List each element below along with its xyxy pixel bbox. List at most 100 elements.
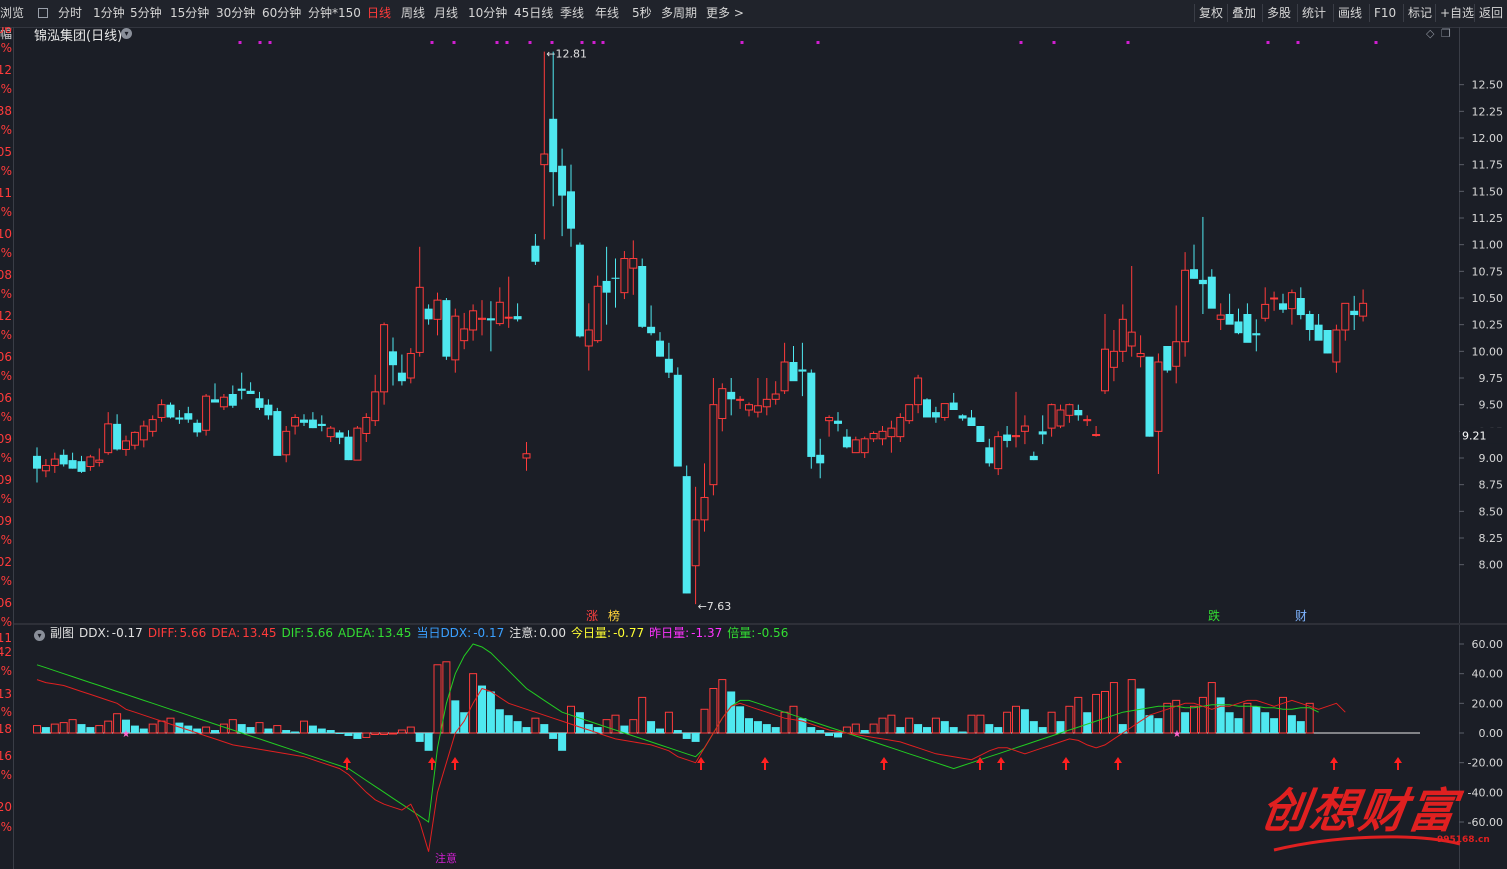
- candle-body: [59, 454, 68, 465]
- candle-body: [255, 398, 264, 408]
- ddx-bar: [113, 713, 122, 734]
- candle-body: [1323, 330, 1332, 354]
- ddx-bar: [1243, 702, 1252, 734]
- candle-body: [887, 427, 896, 438]
- candle-body: [798, 369, 807, 372]
- event-marker-zhang: 涨: [586, 608, 598, 623]
- note-label: 注意: [435, 851, 457, 865]
- ddx-bar: [1207, 682, 1216, 734]
- indicator-item-value: 13.45: [242, 626, 277, 640]
- indicator-item-value: -0.56: [757, 626, 789, 640]
- top-signal-marker: [238, 41, 242, 44]
- candle-body: [780, 361, 789, 392]
- candle-body: [1279, 303, 1287, 310]
- top-signal-marker: [816, 41, 820, 44]
- candle-body: [762, 398, 771, 408]
- buy-arrow-icon: [1062, 757, 1070, 770]
- ddx-bar: [940, 721, 949, 733]
- candle-body: [1020, 425, 1029, 432]
- top-signal-marker: [740, 41, 744, 44]
- ddx-bar: [1296, 721, 1305, 733]
- ddx-bar: [219, 723, 228, 734]
- chevron-down-icon[interactable]: ▾: [34, 630, 45, 641]
- candle-body: [1314, 324, 1323, 341]
- candle-body: [166, 404, 175, 418]
- ddx-bar: [1056, 721, 1065, 733]
- indicator-item-label: 倍量:: [727, 626, 756, 640]
- candle-body: [834, 420, 842, 424]
- ddx-bar: [1003, 711, 1012, 734]
- candle-body: [1092, 434, 1101, 437]
- ddx-bar: [50, 723, 59, 734]
- sub-y-tick-label: -20.00: [1468, 757, 1503, 770]
- ddx-bar: [1145, 715, 1154, 733]
- ddx-bar: [317, 728, 326, 733]
- candle-body: [1109, 350, 1118, 368]
- indicator-item-label: DIFF:: [147, 626, 178, 640]
- candle-body: [1012, 435, 1020, 438]
- candle-body: [193, 422, 202, 433]
- y-tick-label: 8.00: [1479, 559, 1504, 572]
- y-tick-label: 8.50: [1479, 505, 1504, 518]
- ddx-bar: [95, 725, 104, 734]
- top-signal-marker: [430, 41, 434, 44]
- y-tick-label: 10.00: [1472, 345, 1504, 358]
- indicator-item: ADEA: 13.45: [338, 626, 411, 640]
- ddx-bar: [745, 718, 753, 733]
- candle-body: [816, 454, 825, 464]
- top-signal-marker: [601, 41, 605, 44]
- candle-body: [1003, 434, 1012, 441]
- candle-body: [940, 403, 949, 418]
- ddx-bar: [949, 727, 958, 733]
- y-tick-label: 11.00: [1472, 239, 1504, 252]
- ddx-bar: [923, 727, 931, 733]
- ddx-bar: [869, 723, 878, 734]
- indicator-item: 注意: 0.00: [509, 626, 566, 640]
- y-tick-label: 9.00: [1479, 452, 1504, 465]
- top-signal-marker: [580, 41, 584, 44]
- ddx-bar: [825, 733, 834, 736]
- candle-body: [869, 432, 878, 440]
- buy-arrow-icon: [1114, 757, 1122, 770]
- ddx-bar: [958, 731, 967, 733]
- top-signal-marker: [1052, 41, 1056, 44]
- top-signal-marker: [550, 41, 554, 44]
- candle-body: [104, 423, 113, 454]
- indicator-item: 昨日量: -1.37: [649, 626, 722, 640]
- candle-body: [700, 496, 709, 521]
- candle-body: [380, 324, 389, 393]
- sub-y-tick-label: -60.00: [1468, 816, 1503, 829]
- candle-body: [985, 447, 994, 464]
- ddx-bar: [371, 732, 380, 735]
- ddx-bar: [308, 725, 317, 733]
- ddx-bar: [353, 733, 362, 739]
- ddx-bar: [1029, 721, 1038, 733]
- candle-body: [495, 301, 504, 325]
- candle-body: [1359, 302, 1368, 317]
- candle-body: [709, 404, 718, 486]
- ddx-bar: [878, 717, 887, 734]
- candle-body: [122, 440, 130, 450]
- high-price-label: ←12.81: [546, 48, 587, 61]
- indicator-item-value: -0.77: [613, 626, 645, 640]
- ddx-bar: [575, 712, 584, 733]
- ddx-bar: [406, 726, 415, 734]
- ddx-bar: [264, 728, 273, 733]
- candle-body: [77, 461, 86, 472]
- candle-body: [469, 310, 478, 331]
- ddx-bar: [389, 732, 397, 735]
- ddx-bar: [807, 727, 816, 733]
- candle-body: [228, 394, 237, 406]
- main-candlestick-chart[interactable]: 12.50 12.25 12.00 11.75 11.50 11.25 11.00 10.75…: [0, 0, 1507, 869]
- y-tick-label: 12.00: [1472, 132, 1504, 145]
- candle-body: [531, 245, 540, 262]
- candle-body: [1056, 409, 1065, 427]
- candle-body: [727, 391, 736, 400]
- y-tick-label: 12.25: [1472, 105, 1504, 118]
- buy-arrow-icon: [761, 757, 769, 770]
- candle-body: [1305, 314, 1314, 330]
- ddx-bar: [1234, 718, 1243, 733]
- indicator-item-label: 昨日量:: [649, 626, 690, 640]
- ddx-bar: [344, 733, 353, 736]
- indicator-item-value: 5.66: [179, 626, 207, 640]
